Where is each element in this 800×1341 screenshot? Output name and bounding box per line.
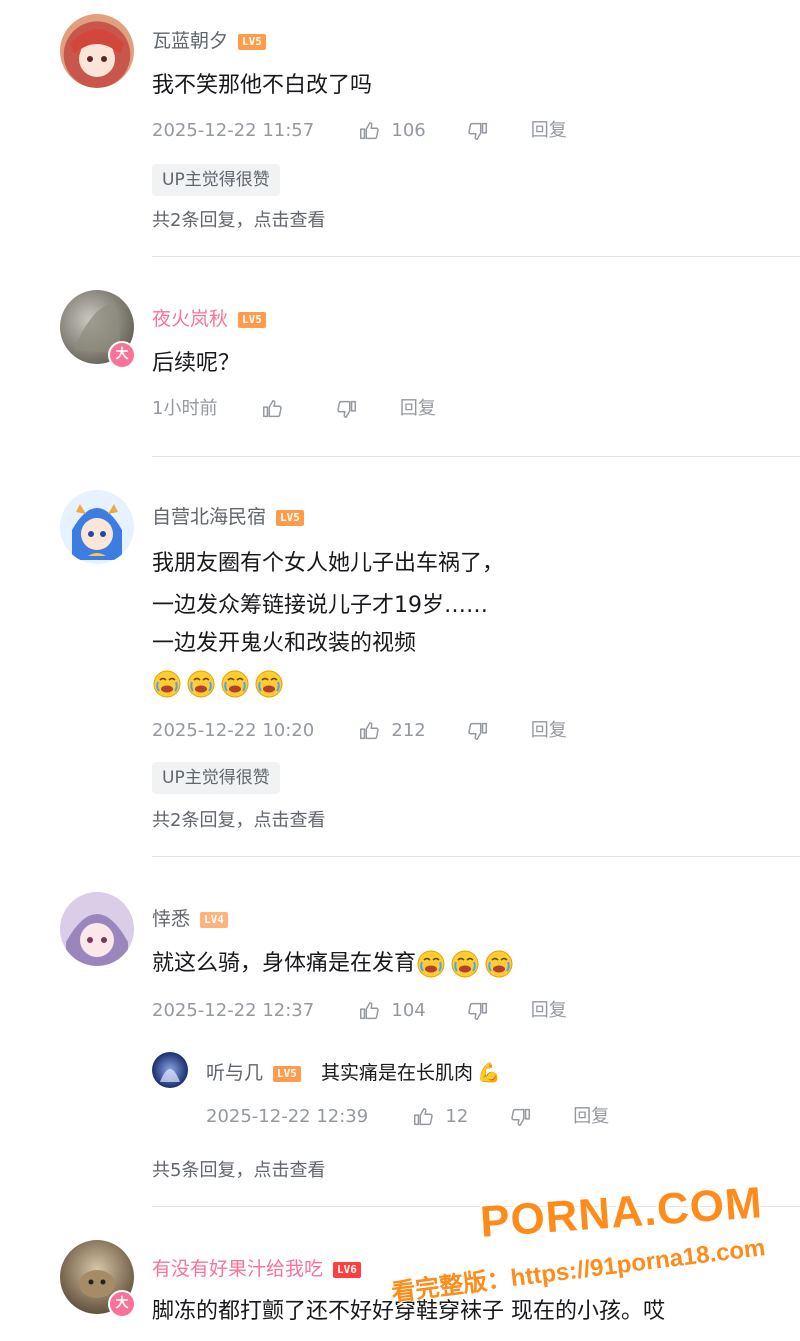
reply-username[interactable]: 听与几	[206, 1062, 263, 1084]
reply-avatar[interactable]	[152, 1052, 188, 1088]
username[interactable]: 夜火岚秋 LV5	[152, 304, 266, 331]
view-replies-link[interactable]: 共5条回复，点击查看	[152, 1156, 325, 1182]
comment-text: 我不笑那他不白改了吗	[152, 73, 373, 98]
comment-time: 2025-12-22 10:20	[152, 720, 315, 741]
level-badge: LV5	[238, 33, 266, 50]
like-icon[interactable]	[358, 120, 380, 142]
comment-time: 1小时前	[152, 398, 218, 419]
divider	[152, 856, 800, 857]
username[interactable]: 瓦蓝朝夕 LV5	[152, 26, 266, 53]
username-text[interactable]: 悻悉	[152, 908, 190, 930]
reply-button[interactable]: 回复	[531, 716, 567, 746]
view-replies-link[interactable]: 共2条回复，点击查看	[152, 206, 325, 232]
comment-text-line: 我朋友圈有个女人她儿子出车祸了，	[152, 551, 505, 576]
reply-button[interactable]: 回复	[400, 394, 436, 424]
level-badge: LV5	[238, 311, 266, 328]
dislike-icon[interactable]	[510, 1106, 532, 1128]
view-replies-link[interactable]: 共2条回复，点击查看	[152, 806, 325, 832]
comment-meta: 2025-12-22 12:37 104 回复	[152, 996, 567, 1026]
level-badge: LV5	[273, 1065, 301, 1082]
username-text[interactable]: 自营北海民宿	[152, 506, 266, 528]
level-badge: LV6	[333, 1261, 361, 1278]
comment-text-line: 一边发众筹链接说儿子才19岁……	[152, 593, 488, 618]
reply-text: 其实痛是在长肌肉	[320, 1062, 473, 1084]
reply-button[interactable]: 回复	[573, 1102, 609, 1132]
comment-meta: 1小时前 回复	[152, 394, 436, 424]
dislike-icon[interactable]	[467, 1000, 489, 1022]
dislike-icon[interactable]	[336, 398, 358, 420]
reaction-emoji	[416, 949, 446, 979]
comment-text-content: 就这么骑，身体痛是在发育	[152, 951, 417, 976]
comment-meta: 2025-12-22 10:20 212 回复	[152, 716, 567, 746]
up-liked-tag: UP主觉得很赞	[152, 164, 280, 196]
like-icon[interactable]	[358, 1000, 380, 1022]
reply-meta: 2025-12-22 12:39 12 回复	[206, 1102, 609, 1132]
vip-badge: 大	[108, 1290, 136, 1318]
like-count: 106	[391, 120, 426, 141]
like-icon[interactable]	[358, 720, 380, 742]
reaction-emoji	[152, 669, 182, 699]
divider	[152, 256, 800, 257]
avatar[interactable]	[60, 14, 134, 88]
level-badge: LV5	[276, 509, 304, 526]
reaction-emoji	[220, 669, 250, 699]
comment-text: 就这么骑，身体痛是在发育	[152, 944, 518, 984]
username[interactable]: 自营北海民宿 LV5	[152, 502, 304, 529]
reply-time: 2025-12-22 12:39	[206, 1106, 369, 1127]
avatar-image	[72, 504, 122, 560]
avatar-image	[66, 914, 128, 966]
reaction-emoji	[484, 949, 514, 979]
like-icon[interactable]	[261, 398, 283, 420]
avatar[interactable]	[60, 490, 134, 564]
reaction-emoji	[186, 669, 216, 699]
muscle-emoji: 💪	[476, 1062, 501, 1084]
username-text[interactable]: 瓦蓝朝夕	[152, 30, 228, 52]
up-liked-tag: UP主觉得很赞	[152, 762, 280, 794]
vip-badge: 大	[108, 341, 136, 369]
reply-button[interactable]: 回复	[531, 116, 567, 146]
like-count: 212	[391, 720, 426, 741]
level-badge: LV4	[200, 911, 228, 928]
like-count: 104	[391, 1000, 426, 1021]
username-text[interactable]: 有没有好果汁给我吃	[152, 1258, 323, 1280]
avatar[interactable]	[60, 892, 134, 966]
divider	[152, 456, 800, 457]
avatar-image	[70, 29, 124, 77]
comment-text-line: 一边发开鬼火和改装的视频	[152, 631, 417, 656]
comment-time: 2025-12-22 12:37	[152, 1000, 315, 1021]
like-icon[interactable]	[412, 1106, 434, 1128]
comment-text: 后续呢？	[152, 351, 241, 376]
reaction-emoji	[450, 949, 480, 979]
emoji-row	[152, 664, 288, 704]
like-count: 12	[445, 1106, 469, 1127]
dislike-icon[interactable]	[467, 720, 489, 742]
comment-time: 2025-12-22 11:57	[152, 120, 315, 141]
dislike-icon[interactable]	[467, 120, 489, 142]
reply-button[interactable]: 回复	[531, 996, 567, 1026]
username[interactable]: 有没有好果汁给我吃 LV6	[152, 1254, 361, 1281]
avatar-image	[160, 1069, 180, 1082]
username-text[interactable]: 夜火岚秋	[152, 308, 228, 330]
comment-meta: 2025-12-22 11:57 106 回复	[152, 116, 567, 146]
reply-row: 听与几 LV5 其实痛是在长肌肉 💪	[206, 1058, 501, 1085]
reaction-emoji	[254, 669, 284, 699]
username[interactable]: 悻悉 LV4	[152, 904, 228, 931]
